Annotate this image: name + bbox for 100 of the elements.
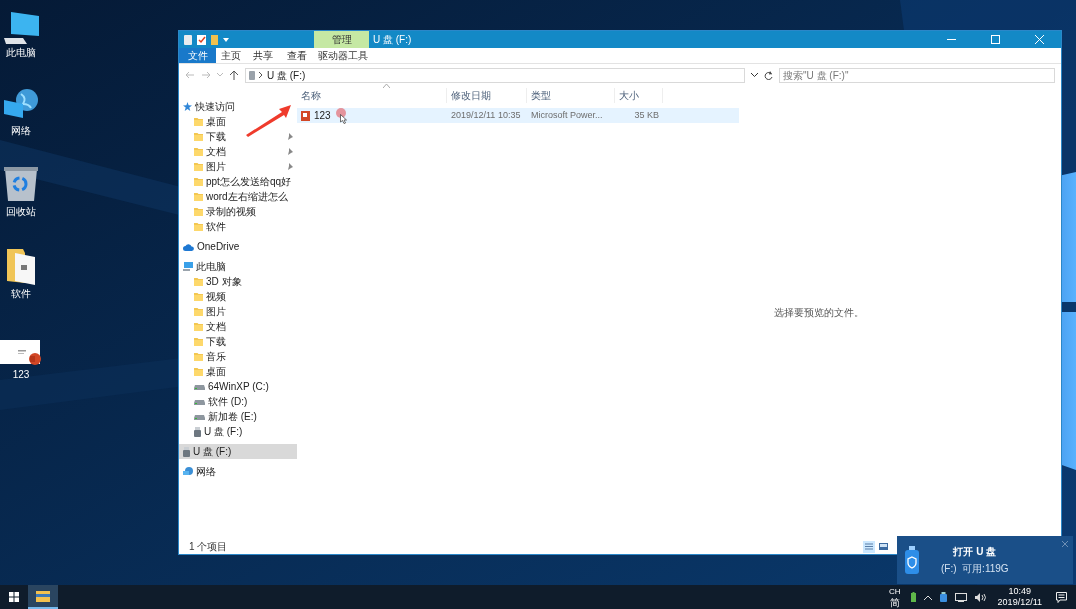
nav-item[interactable]: ppt怎么发送给qq好: [179, 174, 297, 189]
file-name[interactable]: 123: [314, 108, 331, 123]
thumbnail-view-icon: [878, 543, 888, 550]
desktop-icon-label[interactable]: 回收站: [6, 206, 36, 217]
nav-item[interactable]: word左右缩进怎么: [179, 189, 297, 204]
ribbon-tab[interactable]: 驱动器工具: [315, 48, 370, 63]
nav-item[interactable]: 3D 对象: [179, 274, 297, 289]
up-button[interactable]: [229, 70, 239, 80]
tray-button[interactable]: [954, 592, 967, 602]
desktop-icon-label[interactable]: 网络: [11, 125, 31, 136]
nav-item[interactable]: 64WinXP (C:): [179, 379, 297, 394]
minimize-icon: [946, 38, 956, 41]
search-field[interactable]: 搜索"U 盘 (F:)": [779, 67, 1055, 83]
folder-icon: [194, 207, 203, 216]
nav-item[interactable]: 此电脑: [179, 259, 297, 274]
chevron-up-icon: [923, 594, 932, 600]
folder-icon: [194, 277, 203, 286]
address-bar[interactable]: U 盘 (F:): [245, 67, 745, 83]
table-cell-text: 2019/12/11 10:35: [450, 108, 522, 122]
column-header[interactable]: 大小: [615, 88, 663, 103]
column-header[interactable]: 类型: [527, 88, 615, 103]
pointer-arrow: [245, 104, 293, 138]
folder-icon: [194, 222, 203, 231]
context-tab[interactable]: 管理: [314, 31, 369, 48]
nav-item[interactable]: U 盘 (F:): [179, 424, 297, 439]
file-row[interactable]: 123 2019/12/11 10:35 Microsoft Power... 35 KB: [297, 108, 739, 123]
drive-icon: [194, 398, 205, 405]
nav-item[interactable]: 桌面: [179, 114, 297, 129]
table-cell-text: 35 KB: [633, 108, 660, 122]
refresh-icon: [764, 70, 773, 80]
tray-button[interactable]: [923, 594, 932, 600]
ribbon-tab[interactable]: 查看: [279, 48, 315, 63]
nav-item[interactable]: 快速访问: [179, 99, 297, 114]
input-mode[interactable]: 简: [889, 597, 900, 608]
details-view-button[interactable]: [863, 540, 875, 553]
nav-item[interactable]: 文档: [179, 319, 297, 334]
address-dropdown-button[interactable]: [751, 73, 758, 77]
drive-icon: [184, 34, 192, 45]
notification-icon: [1055, 591, 1067, 603]
nav-item[interactable]: 图片: [179, 159, 297, 174]
back-icon: [185, 71, 195, 79]
network-icon: [954, 592, 967, 602]
desktop-icon-label[interactable]: 软件: [11, 288, 31, 299]
file-explorer-button[interactable]: [28, 585, 58, 609]
desktop-icon-label[interactable]: 123: [12, 369, 30, 380]
nav-item[interactable]: 图片: [179, 304, 297, 319]
caret-icon: [751, 73, 758, 77]
folder-icon: [194, 162, 203, 171]
nav-item[interactable]: 录制的视频: [179, 204, 297, 219]
nav-item[interactable]: 文档: [179, 144, 297, 159]
caret-icon: [223, 37, 229, 42]
folder-icon: [194, 337, 203, 346]
forward-icon: [201, 71, 211, 79]
slide-thumbnail-icon: [0, 340, 42, 366]
close-icon: [1062, 541, 1068, 547]
ribbon-tab[interactable]: 共享: [246, 48, 279, 63]
notification-toast[interactable]: 打开 U 盘 (F:) 可用:119G: [897, 536, 1073, 584]
input-language[interactable]: CH: [889, 586, 901, 597]
volume-icon: [974, 592, 986, 602]
tray-button[interactable]: [939, 592, 947, 602]
drive-icon: [194, 383, 205, 390]
folder-icon: [194, 352, 203, 361]
column-header[interactable]: 名称: [297, 88, 447, 103]
nav-item[interactable]: 桌面: [179, 364, 297, 379]
close-icon: [1034, 35, 1044, 44]
nav-item[interactable]: 音乐: [179, 349, 297, 364]
column-header[interactable]: 修改日期: [447, 88, 527, 103]
nav-item[interactable]: 软件: [179, 219, 297, 234]
cloud-icon: [183, 242, 194, 251]
ribbon-tab[interactable]: 主页: [216, 48, 246, 63]
recent-locations-icon: [217, 73, 223, 77]
usb-drive-icon: [939, 592, 947, 602]
computer-icon: [1, 10, 41, 44]
nav-item[interactable]: 网络: [179, 464, 297, 479]
file-menu-button[interactable]: 文件: [179, 48, 216, 63]
star-icon: [183, 102, 192, 111]
window-title: U 盘 (F:): [372, 33, 412, 47]
chevron-icon: [259, 72, 263, 78]
folder-icon: [194, 322, 203, 331]
folder-icon: [194, 117, 203, 126]
folder-icon: [194, 132, 203, 141]
clock[interactable]: 10:49 2019/12/11: [997, 586, 1042, 608]
desktop-icon-label[interactable]: 此电脑: [6, 47, 36, 58]
tray-button[interactable]: [910, 592, 916, 602]
large-icons-view-button[interactable]: [877, 540, 889, 553]
nav-item[interactable]: 软件 (D:): [179, 394, 297, 409]
folder-icon: [36, 590, 50, 602]
network-icon: [183, 467, 193, 476]
usb-drive-icon: [249, 70, 255, 80]
nav-item[interactable]: OneDrive: [179, 239, 297, 254]
properties-icon: [197, 34, 206, 45]
nav-item[interactable]: U 盘 (F:): [179, 444, 297, 459]
usb-shield-icon: [905, 546, 919, 574]
refresh-button[interactable]: [764, 70, 773, 80]
nav-item[interactable]: 新加卷 (E:): [179, 409, 297, 424]
nav-item[interactable]: 下载: [179, 334, 297, 349]
nav-item[interactable]: 视频: [179, 289, 297, 304]
tray-button[interactable]: [974, 592, 986, 602]
clock-time: 10:49: [1008, 586, 1032, 597]
list-view-icon: [865, 543, 873, 550]
